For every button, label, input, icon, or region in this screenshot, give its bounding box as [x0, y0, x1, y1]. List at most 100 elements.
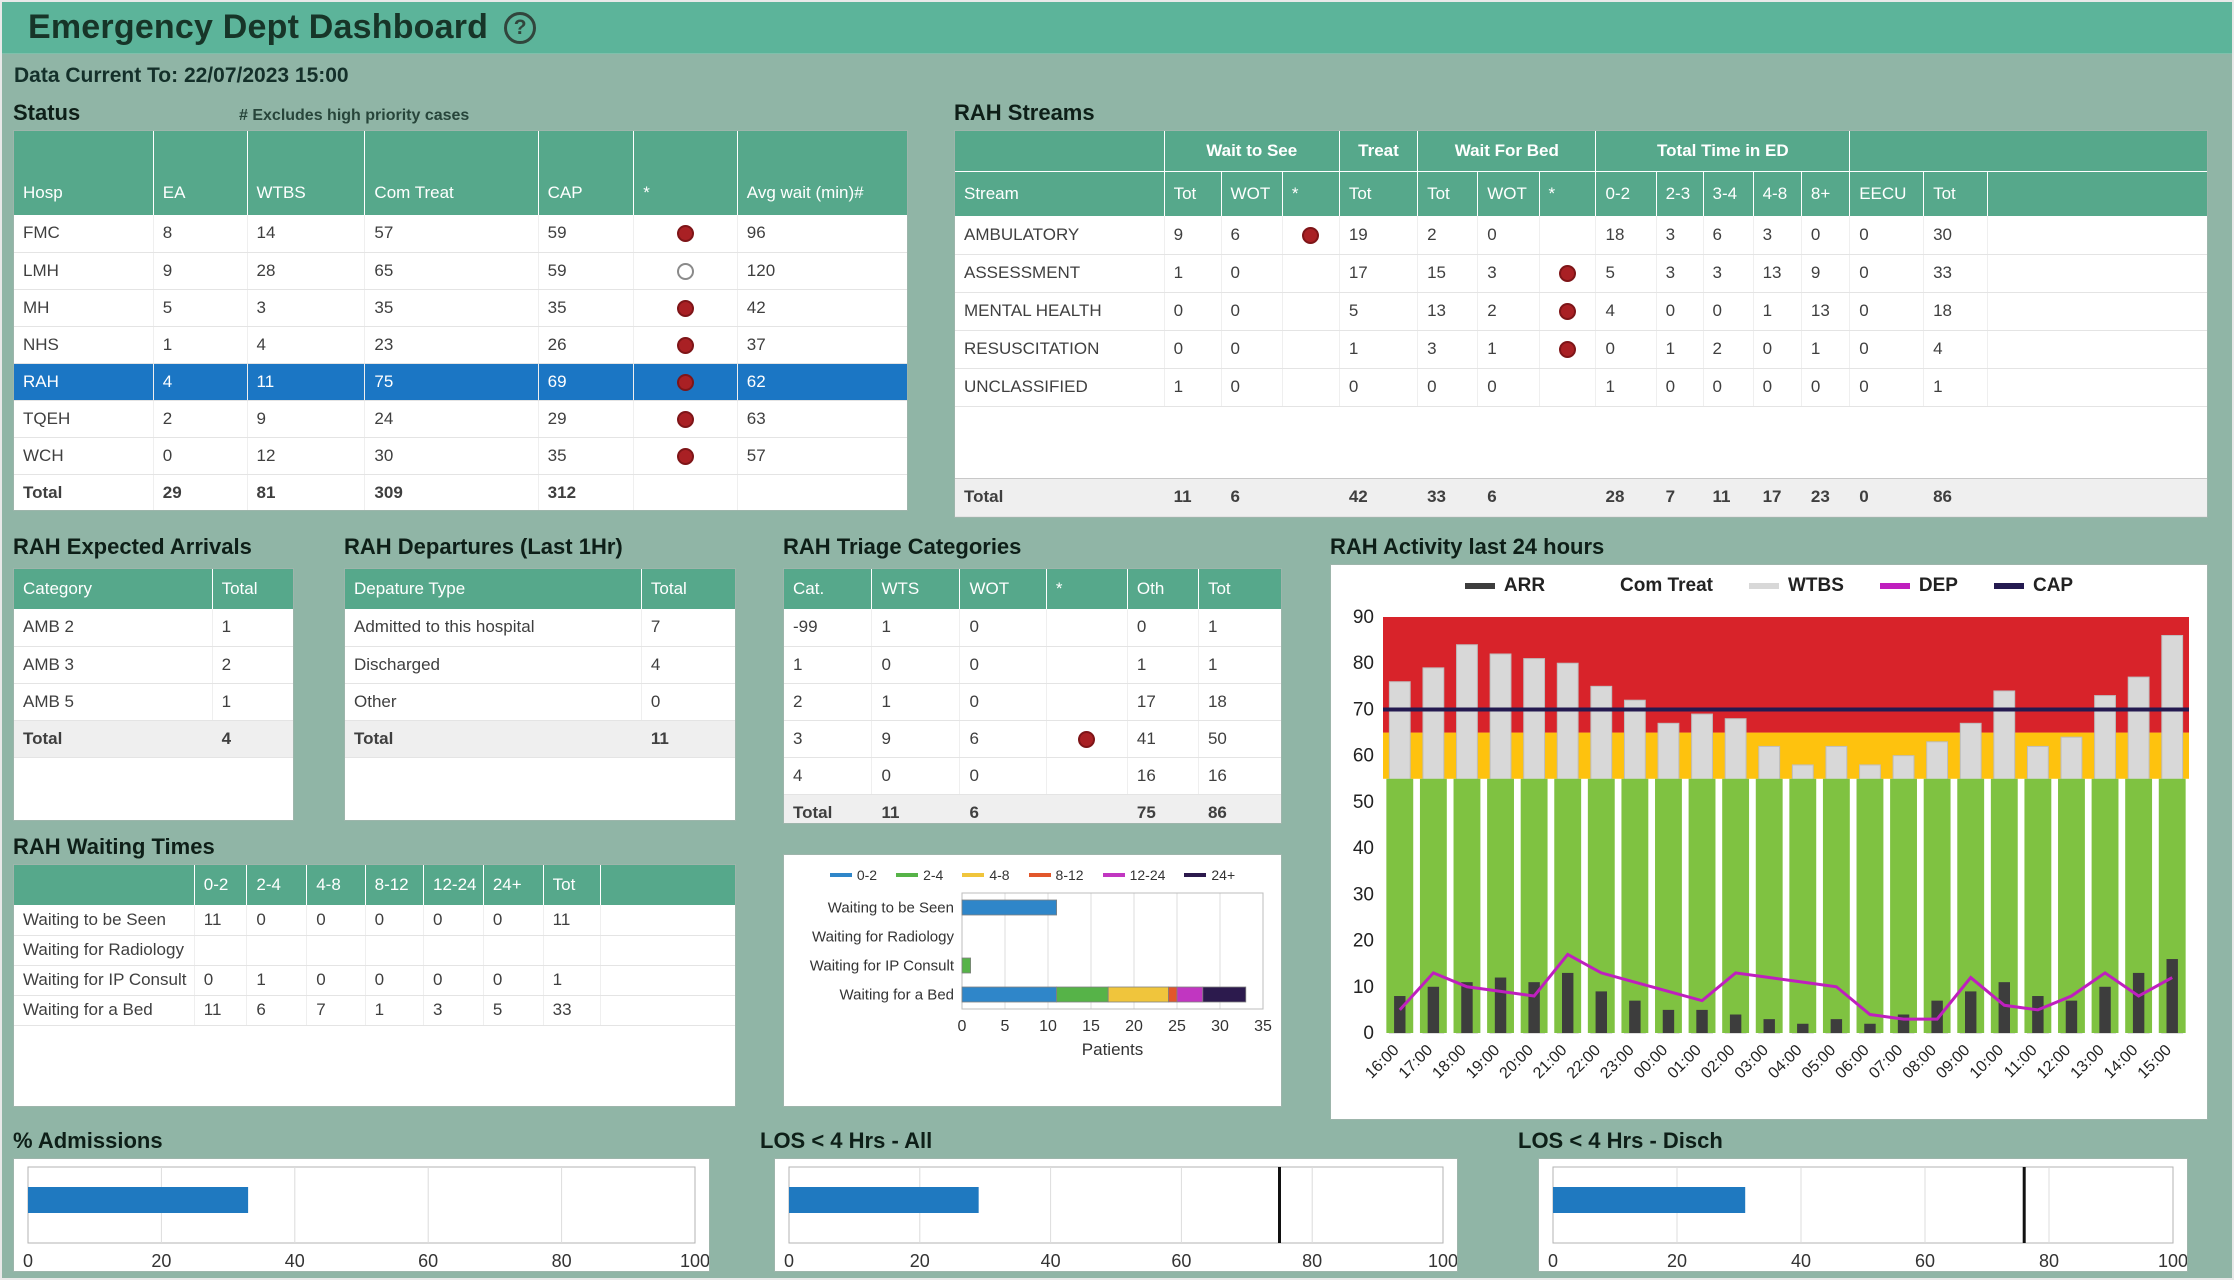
table-cell: 4	[1596, 292, 1656, 330]
table-cell	[1282, 254, 1339, 292]
legend-item: Com Treat	[1581, 575, 1713, 597]
table-cell: 9	[872, 720, 960, 757]
table-cell	[1046, 720, 1127, 757]
table-row[interactable]: MH53353542	[14, 289, 907, 326]
svg-text:100: 100	[2158, 1251, 2187, 1271]
table-cell: 6	[1221, 216, 1282, 254]
table-row[interactable]: NHS14232637	[14, 326, 907, 363]
table-cell: 59	[538, 252, 634, 289]
table-row[interactable]: TQEH29242963	[14, 400, 907, 437]
status-note: # Excludes high priority cases	[239, 107, 469, 125]
status-table: HospEAWTBSCom TreatCAP*Avg wait (min)#FM…	[14, 131, 907, 511]
table-cell: 11	[641, 720, 735, 757]
svg-text:20: 20	[1667, 1251, 1687, 1271]
legend-swatch	[962, 873, 984, 877]
table-cell	[1987, 330, 2207, 368]
table-cell	[543, 935, 600, 965]
table-cell	[634, 215, 738, 252]
table-cell: 6	[1478, 478, 1539, 516]
table-cell: 0	[1850, 368, 1924, 406]
table-cell: 6	[960, 794, 1046, 824]
expected-arrivals-table: CategoryTotalAMB 21AMB 32AMB 51Total4	[14, 569, 293, 758]
table-cell: Waiting to be Seen	[14, 905, 194, 935]
table-cell: 7	[641, 609, 735, 646]
table-cell: 0	[1850, 292, 1924, 330]
table-cell: Waiting for a Bed	[14, 995, 194, 1025]
table-row[interactable]: Total2981309312	[14, 474, 907, 511]
dep-line	[1400, 954, 2172, 1019]
emergency-dashboard: { "header":{"title":"Emergency Dept Dash…	[0, 0, 2234, 1280]
legend-swatch	[830, 873, 852, 877]
table-cell: 18	[1198, 683, 1281, 720]
svg-text:05:00: 05:00	[1799, 1042, 1839, 1082]
svg-text:40: 40	[1353, 838, 1374, 859]
table-cell: 4	[641, 646, 735, 683]
table-row: MENTAL HEALTH005132400113018	[955, 292, 2207, 330]
legend-item: DEP	[1880, 575, 1958, 597]
table-row[interactable]: WCH012303557	[14, 437, 907, 474]
table-cell: 1	[365, 995, 423, 1025]
table-cell: 33	[543, 995, 600, 1025]
activity-chart-svg: 010203040506070809016:0017:0018:0019:002…	[1331, 607, 2205, 1115]
table-cell: Total	[345, 720, 641, 757]
table-cell: 1	[872, 609, 960, 646]
table-row-selected[interactable]: RAH411756962	[14, 363, 907, 400]
help-icon[interactable]: ?	[504, 12, 536, 44]
table-cell: RESUSCITATION	[955, 330, 1164, 368]
table-row[interactable]: LMH9286559120	[14, 252, 907, 289]
column-header: 4-8	[1753, 171, 1801, 216]
table-cell: 42	[737, 289, 907, 326]
x-axis: 020406080100	[1548, 1251, 2187, 1271]
table-cell: 2	[784, 683, 872, 720]
table-cell: 5	[1596, 254, 1656, 292]
waiting-times-panel: 0-22-44-88-1212-2424+TotWaiting to be Se…	[13, 864, 736, 1107]
table-cell: 3	[247, 289, 365, 326]
svg-text:100: 100	[680, 1251, 709, 1271]
table-cell: 11	[1703, 478, 1753, 516]
table-cell: 6	[1221, 478, 1282, 516]
waiting-section-title: RAH Waiting Times	[13, 834, 215, 860]
table-cell: 0	[1850, 330, 1924, 368]
table-cell: 1	[212, 609, 293, 646]
column-header: 2-4	[247, 865, 307, 905]
svg-text:100: 100	[1428, 1251, 1457, 1271]
table-cell: 18	[1924, 292, 1988, 330]
table-cell: 0	[1221, 330, 1282, 368]
table-cell: 6	[960, 720, 1046, 757]
table-row: -991001	[784, 609, 1281, 646]
x-axis-title: Patients	[1082, 1040, 1143, 1059]
svg-text:30: 30	[1211, 1018, 1229, 1035]
svg-text:60: 60	[418, 1251, 438, 1271]
table-cell	[600, 965, 735, 995]
table-cell: 30	[1924, 216, 1988, 254]
column-header: Tot	[1339, 171, 1417, 216]
table-cell: 13	[1418, 292, 1478, 330]
table-cell: 2	[153, 400, 247, 437]
status-dot-red	[1559, 341, 1576, 358]
x-axis: 16:0017:0018:0019:0020:0021:0022:0023:00…	[1362, 1042, 2175, 1082]
table-cell	[634, 363, 738, 400]
column-header: 8+	[1801, 171, 1849, 216]
table-cell	[634, 400, 738, 437]
table-cell	[1539, 368, 1596, 406]
svg-text:06:00: 06:00	[1832, 1042, 1872, 1082]
table-cell	[1987, 478, 2207, 516]
table-row[interactable]: FMC814575996	[14, 215, 907, 252]
table-cell: 0	[307, 965, 365, 995]
svg-text:35: 35	[1254, 1018, 1272, 1035]
table-cell: 62	[737, 363, 907, 400]
legend-item: 12-24	[1103, 867, 1166, 883]
table-cell: 0	[1164, 292, 1221, 330]
streams-section-title: RAH Streams	[954, 100, 1095, 126]
x-axis: 05101520253035	[958, 1018, 1272, 1035]
table-cell	[600, 935, 735, 965]
svg-text:40: 40	[1041, 1251, 1061, 1271]
table-cell: ASSESSMENT	[955, 254, 1164, 292]
table-cell: 1	[153, 326, 247, 363]
svg-text:15:00: 15:00	[2135, 1042, 2175, 1082]
column-header: Depature Type	[345, 569, 641, 609]
table-cell: AMB 3	[14, 646, 212, 683]
column-header: Oth	[1127, 569, 1198, 609]
table-cell	[365, 935, 423, 965]
table-cell: 9	[247, 400, 365, 437]
